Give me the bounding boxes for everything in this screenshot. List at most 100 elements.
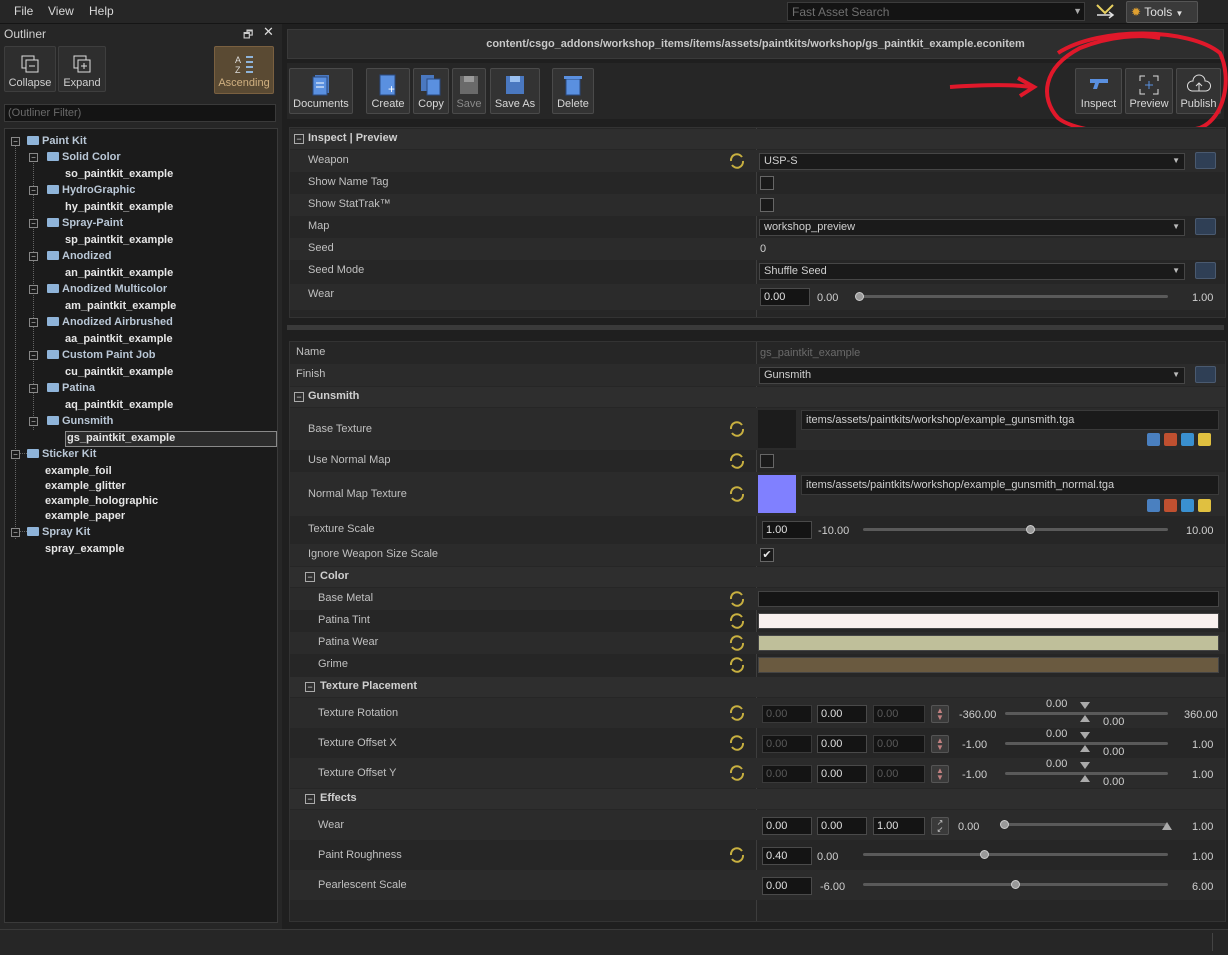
range-top-handle[interactable] (1080, 732, 1090, 739)
collapse-toggle-icon[interactable]: − (11, 450, 20, 459)
chevron-down-icon[interactable]: ▼ (1073, 6, 1082, 16)
expand-button[interactable]: Expand (58, 46, 106, 92)
save-as-button[interactable]: Save As (490, 68, 540, 114)
collapse-toggle-icon[interactable]: − (29, 384, 38, 393)
collapse-toggle-icon[interactable]: − (11, 528, 20, 537)
menu-file[interactable]: File (14, 4, 33, 18)
browse-search-icon[interactable] (1195, 152, 1216, 169)
tools-button[interactable]: ✹ Tools ▼ (1126, 1, 1198, 23)
patina-tint-color-swatch[interactable] (758, 613, 1219, 629)
wear-input[interactable]: 0.00 (760, 288, 810, 306)
range-top-handle[interactable] (1080, 762, 1090, 769)
collapse-toggle-icon[interactable]: − (29, 351, 38, 360)
tree-item-paint-kit[interactable]: Paint Kit (27, 135, 87, 147)
search-icon[interactable] (1147, 433, 1160, 446)
folder-icon[interactable] (1198, 499, 1211, 512)
reset-icon[interactable] (728, 634, 746, 652)
texture-scale-slider-track[interactable] (863, 528, 1168, 531)
tree-item-leaf[interactable]: an_paintkit_example (65, 267, 173, 279)
reset-icon[interactable] (728, 612, 746, 630)
collapse-toggle-icon[interactable]: − (294, 134, 304, 144)
wear-range-handle-min[interactable] (1000, 820, 1009, 829)
copy-button[interactable]: Copy (413, 68, 449, 114)
texture-scale-slider-handle[interactable] (1025, 525, 1035, 534)
menu-view[interactable]: View (48, 4, 74, 18)
vector-y-input[interactable]: 0.00 (817, 765, 867, 783)
collapse-toggle-icon[interactable]: − (305, 572, 315, 582)
collapse-toggle-icon[interactable]: − (29, 318, 38, 327)
close-icon[interactable]: ✕ (263, 24, 274, 40)
collapse-toggle-icon[interactable]: − (29, 186, 38, 195)
texture-scale-input[interactable]: 1.00 (762, 521, 812, 539)
use-normal-map-checkbox[interactable] (760, 454, 774, 468)
browse-search-icon[interactable] (1195, 366, 1216, 383)
outliner-tree[interactable]: − Paint Kit − Solid Color so_paintkit_ex… (4, 128, 278, 923)
tree-item-category[interactable]: Spray-Paint (47, 217, 123, 229)
wear-mid-input[interactable]: 0.00 (817, 817, 867, 835)
create-button[interactable]: + Create (366, 68, 410, 114)
show-stattrak-checkbox[interactable] (760, 198, 774, 212)
inspect-section-header[interactable]: − Inspect | Preview (290, 129, 1225, 149)
tree-item-leaf[interactable]: so_paintkit_example (65, 168, 173, 180)
paint-roughness-slider-track[interactable] (863, 853, 1168, 856)
collapse-toggle-icon[interactable]: − (29, 417, 38, 426)
import-icon[interactable] (1164, 433, 1177, 446)
reset-icon[interactable] (728, 656, 746, 674)
vector-x-input[interactable]: 0.00 (762, 765, 812, 783)
base-texture-path-input[interactable]: items/assets/paintkits/workshop/example_… (801, 410, 1219, 430)
panel-splitter[interactable] (287, 325, 1224, 330)
wear-range-handle-max[interactable] (1162, 822, 1172, 830)
tree-item-category[interactable]: Gunsmith (47, 415, 113, 427)
collapse-toggle-icon[interactable]: − (29, 285, 38, 294)
range-bottom-handle[interactable] (1080, 745, 1090, 752)
tree-item-leaf[interactable]: cu_paintkit_example (65, 366, 173, 378)
import-icon[interactable] (1164, 499, 1177, 512)
browse-search-icon[interactable] (1195, 262, 1216, 279)
map-select[interactable]: workshop_preview ▼ (759, 219, 1185, 236)
reset-icon[interactable] (728, 704, 746, 722)
vector-x-input[interactable]: 0.00 (762, 705, 812, 723)
collapse-toggle-icon[interactable]: − (29, 252, 38, 261)
delete-button[interactable]: Delete (552, 68, 594, 114)
texture-placement-section-header[interactable]: − Texture Placement (290, 677, 1225, 697)
reset-icon[interactable] (728, 420, 746, 438)
tree-item-leaf[interactable]: example_holographic (45, 495, 158, 507)
outliner-filter-input[interactable]: (Outliner Filter) (4, 104, 276, 122)
vector-y-input[interactable]: 0.00 (817, 705, 867, 723)
tree-item-leaf[interactable]: am_paintkit_example (65, 300, 176, 312)
range-bottom-handle[interactable] (1080, 715, 1090, 722)
reset-icon[interactable] (728, 734, 746, 752)
tree-item-leaf[interactable]: aa_paintkit_example (65, 333, 173, 345)
mode-toggle-icon[interactable] (1093, 1, 1117, 23)
browse-search-icon[interactable] (1195, 218, 1216, 235)
tree-item-sticker-kit[interactable]: Sticker Kit (27, 448, 96, 460)
tree-item-category[interactable]: Solid Color (47, 151, 121, 163)
tree-item-leaf[interactable]: aq_paintkit_example (65, 399, 173, 411)
tree-item-leaf[interactable]: example_glitter (45, 480, 126, 492)
tree-item-category[interactable]: Anodized Airbrushed (47, 316, 173, 328)
reset-icon[interactable] (728, 846, 746, 864)
tree-item-category[interactable]: Patina (47, 382, 95, 394)
vector-z-input[interactable]: 0.00 (873, 735, 925, 753)
tree-item-leaf[interactable]: example_foil (45, 465, 112, 477)
tree-item-leaf-selected[interactable]: gs_paintkit_example (67, 432, 175, 444)
effects-section-header[interactable]: − Effects (290, 789, 1225, 809)
range-spinner-icon[interactable]: ▲ ▼ (931, 705, 949, 723)
collapse-button[interactable]: Collapse (4, 46, 56, 92)
reset-icon[interactable] (728, 764, 746, 782)
name-field[interactable]: gs_paintkit_example (760, 347, 860, 359)
wear-slider-track[interactable] (860, 295, 1168, 298)
reset-icon[interactable] (728, 452, 746, 470)
range-spinner-icon[interactable]: ▲ ▼ (931, 765, 949, 783)
collapse-toggle-icon[interactable]: − (305, 682, 315, 692)
open-external-icon[interactable] (1181, 499, 1194, 512)
patina-wear-color-swatch[interactable] (758, 635, 1219, 651)
reset-icon[interactable] (728, 485, 746, 503)
save-button[interactable]: Save (452, 68, 486, 114)
tree-item-spray-kit[interactable]: Spray Kit (27, 526, 90, 538)
grime-color-swatch[interactable] (758, 657, 1219, 673)
paint-roughness-slider-handle[interactable] (980, 850, 989, 859)
fast-asset-search-input[interactable]: Fast Asset Search ▼ (787, 2, 1085, 21)
range-top-handle[interactable] (1080, 702, 1090, 709)
ascending-sort-button[interactable]: AZ Ascending (214, 46, 274, 94)
